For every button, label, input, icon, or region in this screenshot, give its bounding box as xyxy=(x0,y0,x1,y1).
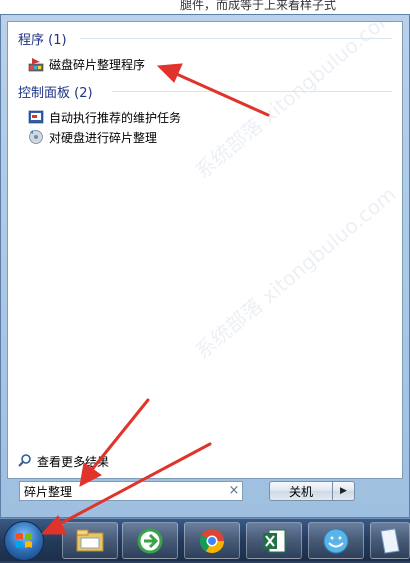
divider xyxy=(112,91,392,92)
shutdown-options-button[interactable]: ▶ xyxy=(333,481,355,501)
control-panel-item-disk-defrag[interactable]: 对硬盘进行碎片整理 xyxy=(28,128,157,146)
control-panel-item-label: 自动执行推荐的维护任务 xyxy=(49,110,182,125)
program-item-label: 磁盘碎片整理程序 xyxy=(49,57,146,72)
search-icon xyxy=(18,453,32,470)
start-button[interactable] xyxy=(4,521,44,561)
app-icon xyxy=(323,528,349,553)
control-panel-item-label: 对硬盘进行碎片整理 xyxy=(49,130,158,145)
watermark: 系统部落 xitongbuluo.com xyxy=(190,181,401,364)
see-more-results[interactable]: 查看更多结果 xyxy=(18,453,109,470)
disk-defrag-icon xyxy=(28,129,44,145)
file-explorer-icon xyxy=(76,529,104,551)
ie-icon xyxy=(137,528,163,553)
chrome-icon xyxy=(199,528,224,553)
taskbar-file-explorer[interactable] xyxy=(62,522,118,559)
start-menu: 系统部落 xitongbuluo.com 系统部落 xitongbuluo.co… xyxy=(0,14,410,518)
control-panel-item-maintenance[interactable]: 自动执行推荐的维护任务 xyxy=(28,108,181,126)
clear-search-icon[interactable]: × xyxy=(226,483,242,499)
divider xyxy=(80,38,392,39)
see-more-label: 查看更多结果 xyxy=(37,455,110,469)
background-text: 腿件，而成等于上来看样子式 xyxy=(180,0,337,12)
background-window: 腿件，而成等于上来看样子式 xyxy=(0,0,410,15)
taskbar-app[interactable] xyxy=(308,522,364,559)
program-item-defrag[interactable]: 磁盘碎片整理程序 xyxy=(28,55,145,73)
excel-icon xyxy=(263,529,286,552)
search-results-panel: 系统部落 xitongbuluo.com 系统部落 xitongbuluo.co… xyxy=(7,21,403,479)
shutdown-group: 关机 ▶ xyxy=(269,481,355,501)
document-icon xyxy=(380,527,400,554)
search-input[interactable] xyxy=(20,483,226,499)
watermark: 系统部落 xitongbuluo.com xyxy=(190,21,401,184)
taskbar-document[interactable] xyxy=(370,522,410,559)
taskbar-ie[interactable] xyxy=(122,522,178,559)
search-box[interactable]: × xyxy=(19,481,243,501)
windows-logo-icon xyxy=(16,533,32,548)
control-panel-header: 控制面板 (2) xyxy=(18,86,93,101)
maintenance-icon xyxy=(28,109,44,125)
taskbar-chrome[interactable] xyxy=(184,522,240,559)
programs-header: 程序 (1) xyxy=(18,33,67,48)
taskbar xyxy=(0,518,410,561)
taskbar-excel[interactable] xyxy=(246,522,302,559)
shutdown-button[interactable]: 关机 xyxy=(269,481,333,501)
defrag-icon xyxy=(28,56,44,72)
